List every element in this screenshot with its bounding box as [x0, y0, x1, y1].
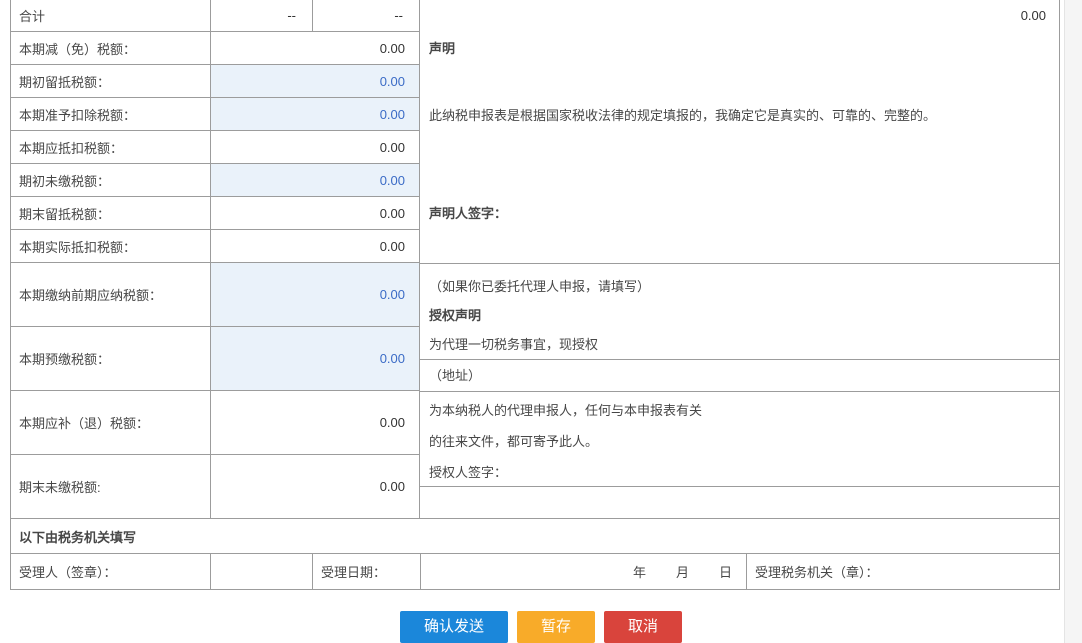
- accept-date-label: 受理日期：: [313, 554, 421, 589]
- total-row-value-1: --: [211, 0, 313, 31]
- table-row: 本期实际抵扣税额： 0.00: [11, 230, 419, 263]
- authorizer-signature-label: 授权人签字：: [429, 457, 1059, 488]
- agent-note: （如果你已委托代理人申报，请填写）: [429, 272, 1059, 301]
- declaration-panel: 0.00 声明 此纳税申报表是根据国家税收法律的规定填报的，我确定它是真实的、可…: [420, 0, 1060, 519]
- tax-summary-table: 合计 -- -- 本期减（免）税额： 0.00 期初留抵税额： 0.00 本期准…: [10, 0, 420, 519]
- accept-date-cell: 年 月 日: [421, 554, 747, 589]
- row-value-input[interactable]: 0.00: [211, 327, 419, 390]
- row-label: 期末留抵税额：: [11, 197, 211, 229]
- table-row: 本期应抵扣税额： 0.00: [11, 131, 419, 164]
- address-section: （地址）: [420, 360, 1059, 392]
- address-label: （地址）: [429, 365, 481, 387]
- table-row: 本期准予扣除税额： 0.00: [11, 98, 419, 131]
- receiver-value-cell: [211, 554, 313, 589]
- row-label: 本期应抵扣税额：: [11, 131, 211, 163]
- authorization-line-1: 为代理一切税务事宜，现授权: [429, 330, 1059, 359]
- row-value: 0.00: [211, 32, 419, 64]
- row-label: 本期应补（退）税额：: [11, 391, 211, 454]
- row-label: 本期缴纳前期应纳税额：: [11, 263, 211, 326]
- day-label: 日: [719, 562, 732, 581]
- row-label: 本期准予扣除税额：: [11, 98, 211, 130]
- authorization-line-2: 为本纳税人的代理申报人，任何与本申报表有关: [429, 395, 1059, 426]
- authorization-section: （如果你已委托代理人申报，请填写） 授权声明 为代理一切税务事宜，现授权: [420, 264, 1059, 360]
- row-value: 0.00: [211, 455, 419, 518]
- total-row-label: 合计: [11, 0, 211, 31]
- row-label: 本期实际抵扣税额：: [11, 230, 211, 262]
- row-value-input[interactable]: 0.00: [211, 65, 419, 97]
- total-row-right-value: 0.00: [859, 0, 1059, 31]
- table-row: 期末留抵税额： 0.00: [11, 197, 419, 230]
- row-value: 0.00: [211, 391, 419, 454]
- tax-form-page: 合计 -- -- 本期减（免）税额： 0.00 期初留抵税额： 0.00 本期准…: [0, 0, 1082, 643]
- table-row: 期初未缴税额： 0.00: [11, 164, 419, 197]
- table-row: 本期减（免）税额： 0.00: [11, 32, 419, 65]
- confirm-send-button[interactable]: 确认发送: [400, 611, 508, 643]
- row-value-input[interactable]: 0.00: [211, 98, 419, 130]
- declaration-title: 声明: [429, 38, 455, 60]
- row-label: 期初未缴税额：: [11, 164, 211, 196]
- table-row: 本期应补（退）税额： 0.00: [11, 391, 419, 455]
- row-value: 0.00: [211, 131, 419, 163]
- cancel-button[interactable]: 取消: [604, 611, 682, 643]
- vertical-scrollbar[interactable]: [1064, 0, 1082, 643]
- row-value: 0.00: [211, 197, 419, 229]
- receiver-label: 受理人（签章）：: [11, 554, 211, 589]
- table-row-total: 合计 -- --: [11, 0, 419, 32]
- declaration-section: 0.00 声明 此纳税申报表是根据国家税收法律的规定填报的，我确定它是真实的、可…: [420, 0, 1059, 264]
- row-label: 本期减（免）税额：: [11, 32, 211, 64]
- declarant-signature-label: 声明人签字：: [429, 203, 507, 225]
- agent-authorization-section: 为本纳税人的代理申报人，任何与本申报表有关 的往来文件，都可寄予此人。 授权人签…: [420, 392, 1059, 487]
- authorization-line-3: 的往来文件，都可寄予此人。: [429, 426, 1059, 457]
- row-value-input[interactable]: 0.00: [211, 263, 419, 326]
- tax-authority-header: 以下由税务机关填写: [11, 519, 1059, 554]
- action-buttons: 确认发送 暂存 取消: [0, 611, 1082, 643]
- row-label: 期初留抵税额：: [11, 65, 211, 97]
- table-row: 期末未缴税额: 0.00: [11, 455, 419, 519]
- table-row: 本期缴纳前期应纳税额： 0.00: [11, 263, 419, 327]
- row-label: 本期预缴税额：: [11, 327, 211, 390]
- total-row-value-2: --: [313, 0, 419, 31]
- row-value-input[interactable]: 0.00: [211, 164, 419, 196]
- table-row: 期初留抵税额： 0.00: [11, 65, 419, 98]
- tax-authority-section: 以下由税务机关填写 受理人（签章）： 受理日期： 年 月 日 受理税务机关（章）…: [10, 519, 1060, 590]
- save-draft-button[interactable]: 暂存: [517, 611, 595, 643]
- authority-seal-label: 受理税务机关（章）：: [747, 554, 1059, 589]
- authorization-title: 授权声明: [429, 301, 1059, 330]
- year-label: 年: [633, 562, 646, 581]
- tax-authority-row: 受理人（签章）： 受理日期： 年 月 日 受理税务机关（章）：: [11, 554, 1059, 590]
- declaration-body: 此纳税申报表是根据国家税收法律的规定填报的，我确定它是真实的、可靠的、完整的。: [429, 105, 1049, 127]
- table-rows: 本期减（免）税额： 0.00 期初留抵税额： 0.00 本期准予扣除税额： 0.…: [11, 32, 419, 519]
- month-label: 月: [676, 562, 689, 581]
- row-value: 0.00: [211, 230, 419, 262]
- table-row: 本期预缴税额： 0.00: [11, 327, 419, 391]
- row-label: 期末未缴税额:: [11, 455, 211, 518]
- empty-section: [420, 487, 1059, 519]
